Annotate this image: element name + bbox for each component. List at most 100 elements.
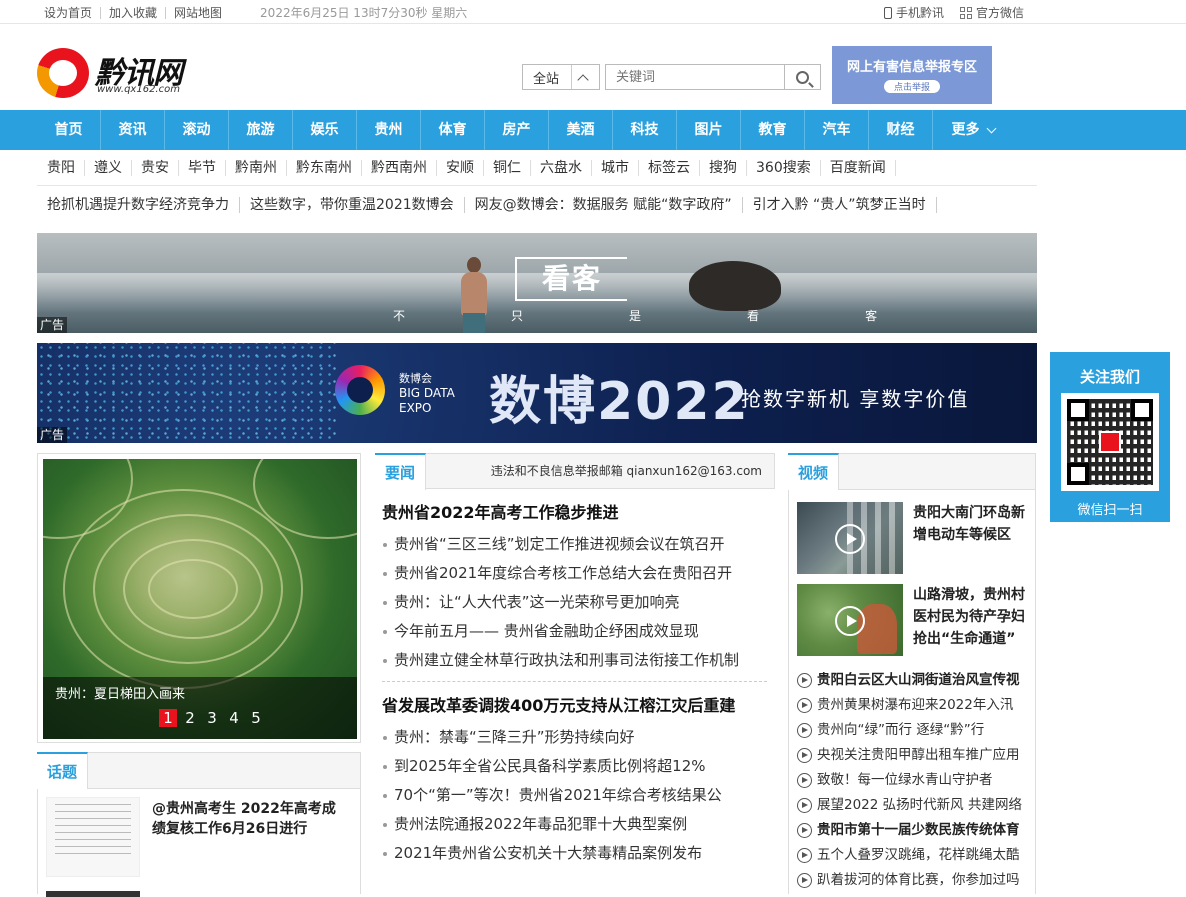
slider-caption-bar: 贵州：夏日梯田入画来 1 2 3 4 5	[43, 677, 357, 739]
video-list-item[interactable]: 致敬！每一位绿水青山守护者	[797, 768, 1029, 793]
news-item[interactable]: 贵州建立健全林草行政执法和刑事司法衔接工作机制	[382, 646, 767, 675]
news-panel: 要闻 违法和不良信息举报邮箱 qianxun162@163.com 贵州省202…	[375, 453, 775, 894]
region-link[interactable]: 贵阳	[37, 159, 85, 176]
mobile-link-label: 手机黔讯	[896, 6, 945, 20]
video-title[interactable]: 贵阳大南门环岛新增电动车等候区	[913, 502, 1029, 546]
news-item[interactable]: 贵州省2021年度综合考核工作总结大会在贵阳召开	[382, 559, 767, 588]
region-link[interactable]: 标签云	[639, 159, 700, 176]
nav-item[interactable]: 汽车	[805, 110, 869, 150]
news-group-title[interactable]: 省发展改革委调拨400万元支持从江榕江灾后重建	[382, 695, 775, 717]
region-link[interactable]: 毕节	[179, 159, 226, 176]
tab-topic[interactable]: 话题	[37, 752, 89, 789]
news-item[interactable]: 贵州省“三区三线”划定工作推进视频会议在筑召开	[382, 530, 767, 559]
nav-item[interactable]: 体育	[421, 110, 485, 150]
slider-page-button[interactable]: 1	[159, 709, 177, 727]
slider-page-button[interactable]: 4	[225, 709, 243, 727]
news-item[interactable]: 贵州：禁毒“三降三升”形势持续向好	[382, 723, 767, 752]
nav-item[interactable]: 旅游	[229, 110, 293, 150]
video-thumbnail[interactable]	[797, 502, 903, 574]
video-list-item[interactable]: 贵州向“绿”而行 逐绿“黔”行	[797, 718, 1029, 743]
sitemap-link[interactable]: 网站地图	[166, 7, 230, 19]
nav-item[interactable]: 首页	[37, 110, 101, 150]
headline-link[interactable]: 这些数字，带你重温2021数博会	[240, 197, 465, 213]
photo-slider[interactable]: 贵州：夏日梯田入画来 1 2 3 4 5	[37, 453, 361, 743]
slider-photo[interactable]: 贵州：夏日梯田入画来 1 2 3 4 5	[43, 459, 357, 739]
news-item[interactable]: 贵州：让“人大代表”这一光荣称号更加响亮	[382, 588, 767, 617]
search-scope-toggle[interactable]	[571, 65, 593, 89]
news-list: 贵州省“三区三线”划定工作推进视频会议在筑召开 贵州省2021年度综合考核工作总…	[382, 530, 775, 675]
news-group-title[interactable]: 贵州省2022年高考工作稳步推进	[382, 502, 775, 524]
region-link[interactable]: 遵义	[85, 159, 132, 176]
video-list-item[interactable]: 五个人叠罗汉跳绳，花样跳绳太酷	[797, 843, 1029, 868]
region-link[interactable]: 城市	[592, 159, 639, 176]
region-link[interactable]: 黔南州	[226, 159, 287, 176]
nav-item[interactable]: 娱乐	[293, 110, 357, 150]
nav-item[interactable]: 图片	[677, 110, 741, 150]
search-button[interactable]	[785, 64, 821, 90]
harmful-info-report-banner[interactable]: 网上有害信息举报专区 点击举报	[832, 46, 992, 104]
video-title[interactable]: 山路滑坡，贵州村医村民为待产孕妇抢出“生命通道”	[913, 584, 1029, 650]
video-list-title: 贵阳市第十一届少数民族传统体育	[817, 822, 1020, 838]
slider-pager: 1 2 3 4 5	[159, 709, 265, 727]
nav-item[interactable]: 资讯	[101, 110, 165, 150]
tab-news[interactable]: 要闻	[375, 453, 427, 490]
video-list-item[interactable]: 展望2022 弘扬时代新风 共建网络	[797, 793, 1029, 818]
video-list-item[interactable]: 趴着拔河的体育比赛，你参加过吗	[797, 868, 1029, 893]
search-bar: 全站	[522, 64, 821, 90]
video-thumbnail[interactable]	[797, 584, 903, 656]
region-link[interactable]: 贵安	[132, 159, 179, 176]
region-link[interactable]: 黔东南州	[287, 159, 362, 176]
slider-page-button[interactable]: 2	[181, 709, 199, 727]
headline-link[interactable]: 抢抓机遇提升数字经济竞争力	[37, 197, 240, 213]
nav-item[interactable]: 财经	[869, 110, 933, 150]
region-link[interactable]: 安顺	[437, 159, 484, 176]
region-link[interactable]: 铜仁	[484, 159, 531, 176]
video-item[interactable]: 山路滑坡，贵州村医村民为待产孕妇抢出“生命通道”	[797, 584, 1027, 656]
slider-page-button[interactable]: 5	[247, 709, 265, 727]
expo-title: 数博2022	[489, 372, 750, 432]
video-item[interactable]: 贵阳大南门环岛新增电动车等候区	[797, 502, 1027, 574]
topic-tab-header: 话题	[37, 752, 360, 789]
video-list-item[interactable]: 贵州黄果树瀑布迎来2022年入汛	[797, 693, 1029, 718]
ad-banner-big-data-expo[interactable]: 数博会 BIG DATA EXPO 数博2022 抢数字新机 享数字价值 广告	[37, 343, 1037, 443]
nav-item[interactable]: 滚动	[165, 110, 229, 150]
nav-item[interactable]: 科技	[613, 110, 677, 150]
tab-video[interactable]: 视频	[788, 453, 840, 490]
region-link[interactable]: 黔西南州	[362, 159, 437, 176]
report-banner-button[interactable]: 点击举报	[883, 80, 940, 93]
set-home-link[interactable]: 设为首页	[44, 6, 102, 19]
region-link[interactable]: 360搜索	[747, 159, 821, 176]
search-input[interactable]	[605, 64, 785, 90]
news-item[interactable]: 今年前五月—— 贵州省金融助企纾困成效显现	[382, 617, 767, 646]
headline-link[interactable]: 引才入黔 “贵人”筑梦正当时	[743, 197, 937, 213]
nav-more[interactable]: 更多	[933, 110, 1013, 150]
ad-banner-kanke[interactable]: 看客 不 只 是 看 客 广告	[37, 233, 1037, 333]
topic-thumbnail[interactable]	[46, 797, 140, 877]
news-item[interactable]: 贵州法院通报2022年毒品犯罪十大典型案例	[382, 810, 767, 839]
news-item[interactable]: 2021年贵州省公安机关十大禁毒精品案例发布	[382, 839, 767, 868]
headline-link[interactable]: 网友@数博会：数据服务 赋能“数字政府”	[465, 197, 743, 213]
video-list-item[interactable]: 贵阳市第十一届少数民族传统体育	[797, 818, 1029, 843]
search-scope-select[interactable]: 全站	[522, 64, 600, 90]
region-link[interactable]: 搜狗	[700, 159, 747, 176]
nav-item[interactable]: 教育	[741, 110, 805, 150]
follow-us-subtitle: 微信扫一扫	[1077, 503, 1143, 518]
mobile-link[interactable]: 手机黔讯	[884, 4, 944, 21]
nav-item[interactable]: 贵州	[357, 110, 421, 150]
slider-page-button[interactable]: 3	[203, 709, 221, 727]
nav-item[interactable]: 房产	[485, 110, 549, 150]
video-list-item[interactable]: 贵阳白云区大山洞街道治风宣传视	[797, 668, 1029, 693]
bookmark-link[interactable]: 加入收藏	[101, 6, 167, 19]
play-icon	[835, 524, 865, 554]
topic-thumbnail-2[interactable]	[46, 891, 140, 897]
topic-title[interactable]: @贵州高考生 2022年高考成绩复核工作6月26日进行	[152, 799, 348, 839]
news-item[interactable]: 70个“第一”等次！贵州省2021年综合考核结果公	[382, 781, 767, 810]
wechat-link[interactable]: 官方微信	[960, 4, 1024, 21]
region-link[interactable]: 六盘水	[531, 159, 592, 176]
play-circle-icon	[797, 823, 812, 838]
nav-item[interactable]: 美酒	[549, 110, 613, 150]
news-item[interactable]: 到2025年全省公民具备科学素质比例将超12%	[382, 752, 767, 781]
video-list-item[interactable]: 央视关注贵阳甲醇出租车推广应用	[797, 743, 1029, 768]
site-logo[interactable]: 黔讯网 www.qx162.com	[37, 46, 207, 102]
region-link[interactable]: 百度新闻	[821, 159, 896, 176]
